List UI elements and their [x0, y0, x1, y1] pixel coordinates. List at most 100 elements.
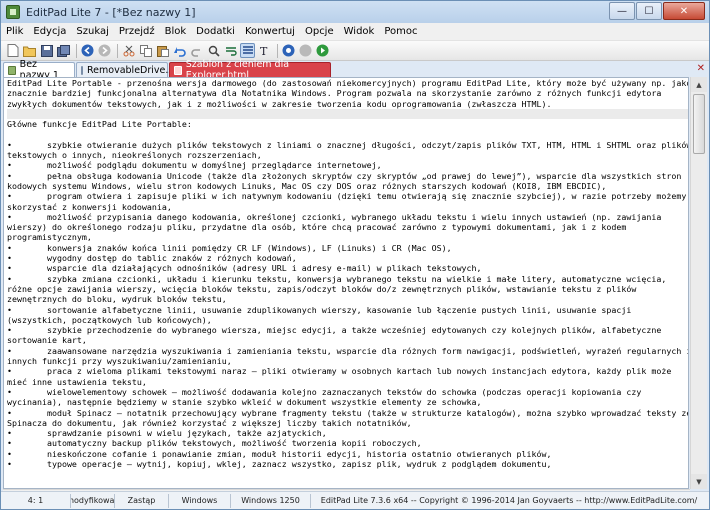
- line-break-type[interactable]: Windows: [169, 493, 231, 508]
- window-title: EditPad Lite 7 - [*Bez nazwy 1]: [26, 5, 196, 19]
- editor-line: • nieskończone cofanie i ponawianie zmia…: [7, 448, 552, 459]
- run-icon[interactable]: [315, 43, 330, 58]
- menu-dodatki[interactable]: Dodatki: [191, 26, 240, 37]
- menu-przejdz[interactable]: Przejdź: [114, 26, 160, 37]
- menu-edycja[interactable]: Edycja: [28, 26, 71, 37]
- block-mode-icon[interactable]: [281, 43, 296, 58]
- tab-szablon[interactable]: Szablon z cieniem dla Explorer.html: [169, 59, 331, 81]
- editor-line: • moduł Spinacz – notatnik przechowujący…: [7, 407, 689, 418]
- cut-icon[interactable]: [121, 43, 136, 58]
- copyright-text: EditPad Lite 7.3.6 x64 -- Copyright © 19…: [320, 496, 698, 505]
- search-icon[interactable]: [206, 43, 221, 58]
- editor-line: (wszystkich, początkowych lub końcowych)…: [7, 314, 212, 325]
- menu-bar: Plik Edycja Szukaj Przejdź Blok Dodatki …: [1, 23, 709, 41]
- editor-line: kodowych systemu Windows, wielu stron ko…: [7, 180, 607, 191]
- editor-line: • wygodny dostęp do tablic znaków z różn…: [7, 253, 297, 264]
- scroll-down-icon[interactable]: ▼: [691, 474, 707, 489]
- editor-line: • praca z wieloma plikami tekstowymi nar…: [7, 366, 672, 377]
- editor-line: zwykłych dokumentów tekstowych, jak i z …: [7, 98, 552, 109]
- editor-line: • wielowelementowy schowek – możliwość d…: [7, 386, 642, 397]
- editor-line: • szybka zmiana czcionki, układu i kieru…: [7, 273, 667, 284]
- editor-line: Główne funkcje EditPad Lite Portable:: [7, 119, 192, 130]
- open-file-icon[interactable]: [22, 43, 37, 58]
- editor-line: • możliwość przypisania danego kodowania…: [7, 211, 662, 222]
- toolbar-separator: [76, 43, 77, 58]
- title-bar[interactable]: EditPad Lite 7 - [*Bez nazwy 1] — ☐ ✕: [1, 1, 709, 23]
- editor-line: EditPad Lite Portable - przenośna wersja…: [7, 78, 689, 88]
- undo-icon[interactable]: [172, 43, 187, 58]
- font-icon[interactable]: T: [257, 43, 272, 58]
- save-icon[interactable]: [39, 43, 54, 58]
- modified-indicator: Zmodyfikowany: [71, 493, 115, 508]
- encoding[interactable]: Windows 1250: [231, 493, 311, 508]
- vertical-scrollbar[interactable]: ▲ ▼: [690, 77, 707, 489]
- editor-line: różne opcje zawijania wierszy, wcięcia b…: [7, 283, 637, 294]
- scroll-thumb[interactable]: [693, 94, 705, 154]
- forward-icon[interactable]: [97, 43, 112, 58]
- editor-line: • typowe operacje – wytnij, kopiuj, wkle…: [7, 458, 552, 469]
- back-icon[interactable]: [80, 43, 95, 58]
- minimize-button[interactable]: —: [609, 2, 635, 20]
- editor-line: wierszy) do określonego rodzaju pliku, p…: [7, 222, 627, 233]
- toolbar-separator: [277, 43, 278, 58]
- editor-line: Spinacza do dokumentu, jak również korzy…: [7, 417, 412, 428]
- menu-pomoc[interactable]: Pomoc: [379, 26, 422, 37]
- maximize-button[interactable]: ☐: [636, 2, 662, 20]
- status-bar: 4: 1 Zmodyfikowany Zastąp Windows Window…: [1, 491, 709, 509]
- insert-mode[interactable]: Zastąp: [115, 493, 169, 508]
- spellcheck-icon[interactable]: [298, 43, 313, 58]
- file-tabs: Bez nazwy 1 RemovableDrive.sys Szablon z…: [1, 59, 709, 81]
- document-icon: [8, 65, 16, 75]
- editor-line: mieć inne ustawienia tekstu,: [7, 376, 147, 387]
- editor-line: • szybkie przechodzenie do wybranego wie…: [7, 325, 662, 336]
- menu-opcje[interactable]: Opcje: [300, 26, 339, 37]
- text-wrap-icon[interactable]: [240, 43, 255, 58]
- paste-icon[interactable]: [155, 43, 170, 58]
- editor-line: zewnętrznych do bloku, wydruk bloków tek…: [7, 294, 227, 305]
- menu-szukaj[interactable]: Szukaj: [71, 26, 113, 37]
- save-all-icon[interactable]: [56, 43, 71, 58]
- close-button[interactable]: ✕: [663, 2, 705, 20]
- new-file-icon[interactable]: [5, 43, 20, 58]
- menu-konwertuj[interactable]: Konwertuj: [240, 26, 300, 37]
- editor-line: • szybkie otwieranie dużych plików tekst…: [7, 139, 689, 150]
- editor-line: tekstowych o innych, nieokreślonych rozs…: [7, 150, 262, 161]
- editor-line: • automatyczny backup plików tekstowych,…: [7, 438, 422, 449]
- window-controls: — ☐ ✕: [608, 2, 705, 20]
- editor-lines: EditPad Lite Portable - przenośna wersja…: [4, 78, 688, 469]
- editor-line: • wsparcie dla działających odnośników (…: [7, 263, 482, 274]
- close-tab-icon[interactable]: ✕: [697, 63, 705, 74]
- editor-line: • sprawdzanie pisowni w wielu językach, …: [7, 428, 327, 439]
- editor-line: • możliwość podglądu dokumentu w domyśln…: [7, 160, 382, 171]
- text-editor[interactable]: EditPad Lite Portable - przenośna wersja…: [3, 77, 689, 489]
- editor-line: [7, 108, 688, 120]
- tab-bez-nazwy[interactable]: Bez nazwy 1: [3, 59, 75, 81]
- editor-line: skorzystać z konwersji kodowania,: [7, 201, 172, 212]
- scroll-up-icon[interactable]: ▲: [691, 77, 707, 92]
- copy-icon[interactable]: [138, 43, 153, 58]
- word-wrap-icon[interactable]: [223, 43, 238, 58]
- cursor-position: 4: 1: [1, 493, 71, 508]
- editor-line: innych funkcji przy wyszukiwaniu/zamieni…: [7, 356, 232, 367]
- svg-text:T: T: [260, 45, 268, 57]
- editor-line: programistycznym,: [7, 232, 92, 243]
- editor-line: • zaawansowane narzędzia wyszukiwania i …: [7, 345, 689, 356]
- toolbar-separator: [117, 43, 118, 58]
- redo-icon[interactable]: [189, 43, 204, 58]
- menu-plik[interactable]: Plik: [1, 26, 28, 37]
- toolbar: T: [1, 41, 709, 61]
- editor-line: • pełna obsługa kodowania Unicode (także…: [7, 170, 682, 181]
- document-icon: [174, 65, 182, 75]
- menu-widok[interactable]: Widok: [339, 26, 380, 37]
- editpad-window: EditPad Lite 7 - [*Bez nazwy 1] — ☐ ✕ Pl…: [0, 0, 710, 510]
- menu-blok[interactable]: Blok: [160, 26, 192, 37]
- editor-line: znacznie bardziej funkcjonalna alternaty…: [7, 88, 662, 99]
- editor-line: • program otwiera i zapisuje pliki w ich…: [7, 191, 687, 202]
- app-icon[interactable]: [6, 5, 20, 19]
- editor-line: • konwersja znaków końca linii pomiędzy …: [7, 242, 452, 253]
- editor-line: • sortowanie alfabetyczne linii, usuwani…: [7, 304, 632, 315]
- tab-removabledrive[interactable]: RemovableDrive.sys: [76, 62, 184, 77]
- editor-line: wycinania), następnie będziemy w stanie …: [7, 397, 482, 408]
- document-icon: [81, 65, 83, 75]
